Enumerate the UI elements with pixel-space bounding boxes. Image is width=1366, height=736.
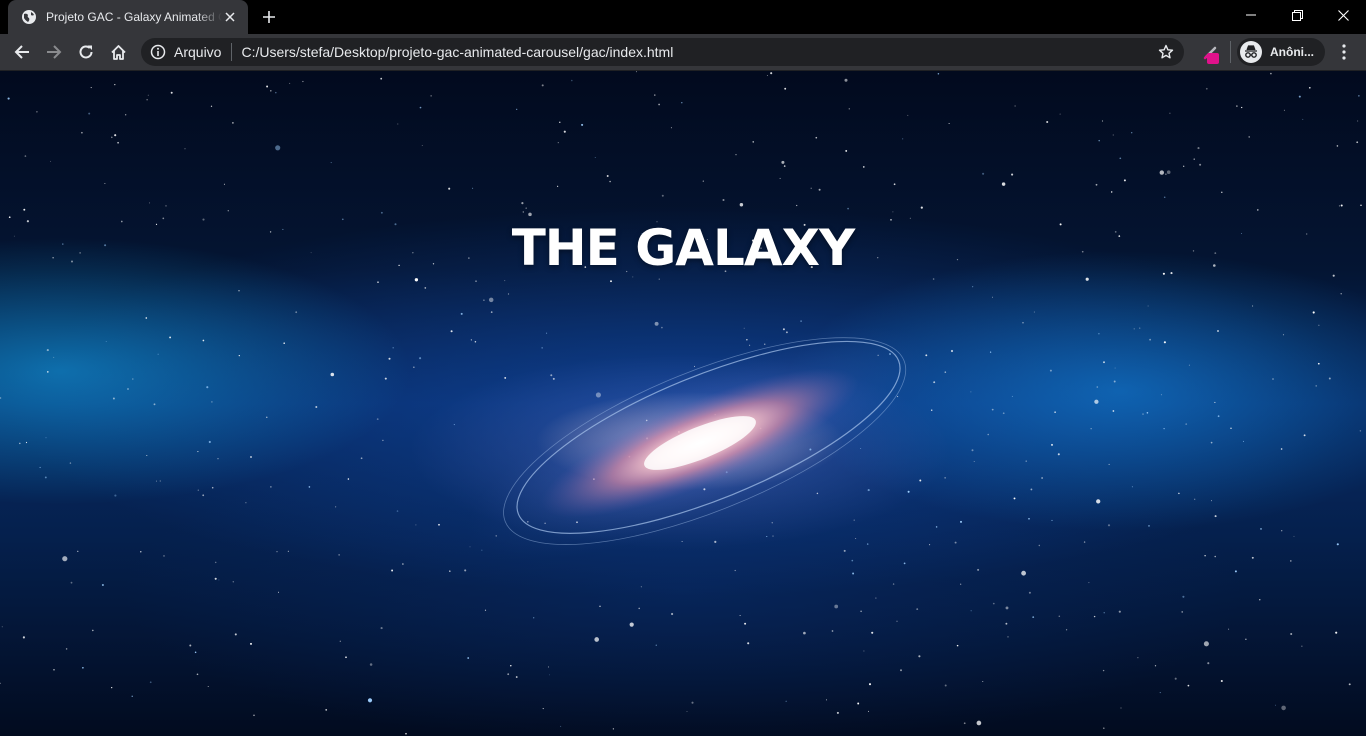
profile-button[interactable]: Anôni...	[1237, 38, 1325, 66]
extension-badge	[1207, 53, 1219, 64]
minimize-button[interactable]	[1228, 0, 1274, 30]
home-button[interactable]	[104, 38, 132, 66]
home-icon	[110, 44, 126, 60]
globe-icon	[22, 10, 36, 24]
back-arrow-icon	[14, 45, 29, 59]
reload-button[interactable]	[72, 38, 100, 66]
info-icon[interactable]	[150, 44, 166, 60]
spiral-galaxy-image	[466, 326, 934, 560]
tab-strip: Projeto GAC - Galaxy Animated Carousel	[0, 0, 1366, 34]
browser-tab[interactable]: Projeto GAC - Galaxy Animated Carousel	[8, 0, 248, 34]
omnibox-divider	[231, 43, 233, 61]
minimize-icon	[1246, 14, 1256, 16]
close-icon	[1337, 9, 1349, 21]
galaxy-hero: THE GALAXY	[0, 71, 1366, 736]
incognito-icon	[1240, 41, 1262, 63]
forward-arrow-icon	[47, 45, 62, 59]
site-scheme-label[interactable]: Arquivo	[174, 44, 221, 60]
reload-icon	[79, 45, 93, 59]
forward-button[interactable]	[40, 38, 68, 66]
new-tab-button[interactable]	[259, 7, 279, 27]
toolbar-divider	[1230, 41, 1231, 63]
close-icon[interactable]	[222, 9, 238, 25]
profile-label: Anôni...	[1270, 45, 1314, 59]
kebab-menu-icon	[1342, 44, 1346, 60]
browser-toolbar: Arquivo C:/Users/stefa/Desktop/projeto-g…	[0, 34, 1366, 71]
plus-icon	[263, 11, 275, 23]
page-title: THE GALAXY	[511, 219, 856, 277]
restore-button[interactable]	[1274, 0, 1320, 30]
tab-title: Projeto GAC - Galaxy Animated Carousel	[46, 10, 222, 24]
restore-icon	[1291, 9, 1303, 21]
star-icon[interactable]	[1158, 44, 1174, 60]
browser-menu-button[interactable]	[1332, 38, 1356, 66]
address-bar[interactable]: Arquivo C:/Users/stefa/Desktop/projeto-g…	[141, 38, 1184, 66]
back-button[interactable]	[8, 38, 36, 66]
url-text[interactable]: C:/Users/stefa/Desktop/projeto-gac-anima…	[241, 44, 673, 60]
close-window-button[interactable]	[1320, 0, 1366, 30]
